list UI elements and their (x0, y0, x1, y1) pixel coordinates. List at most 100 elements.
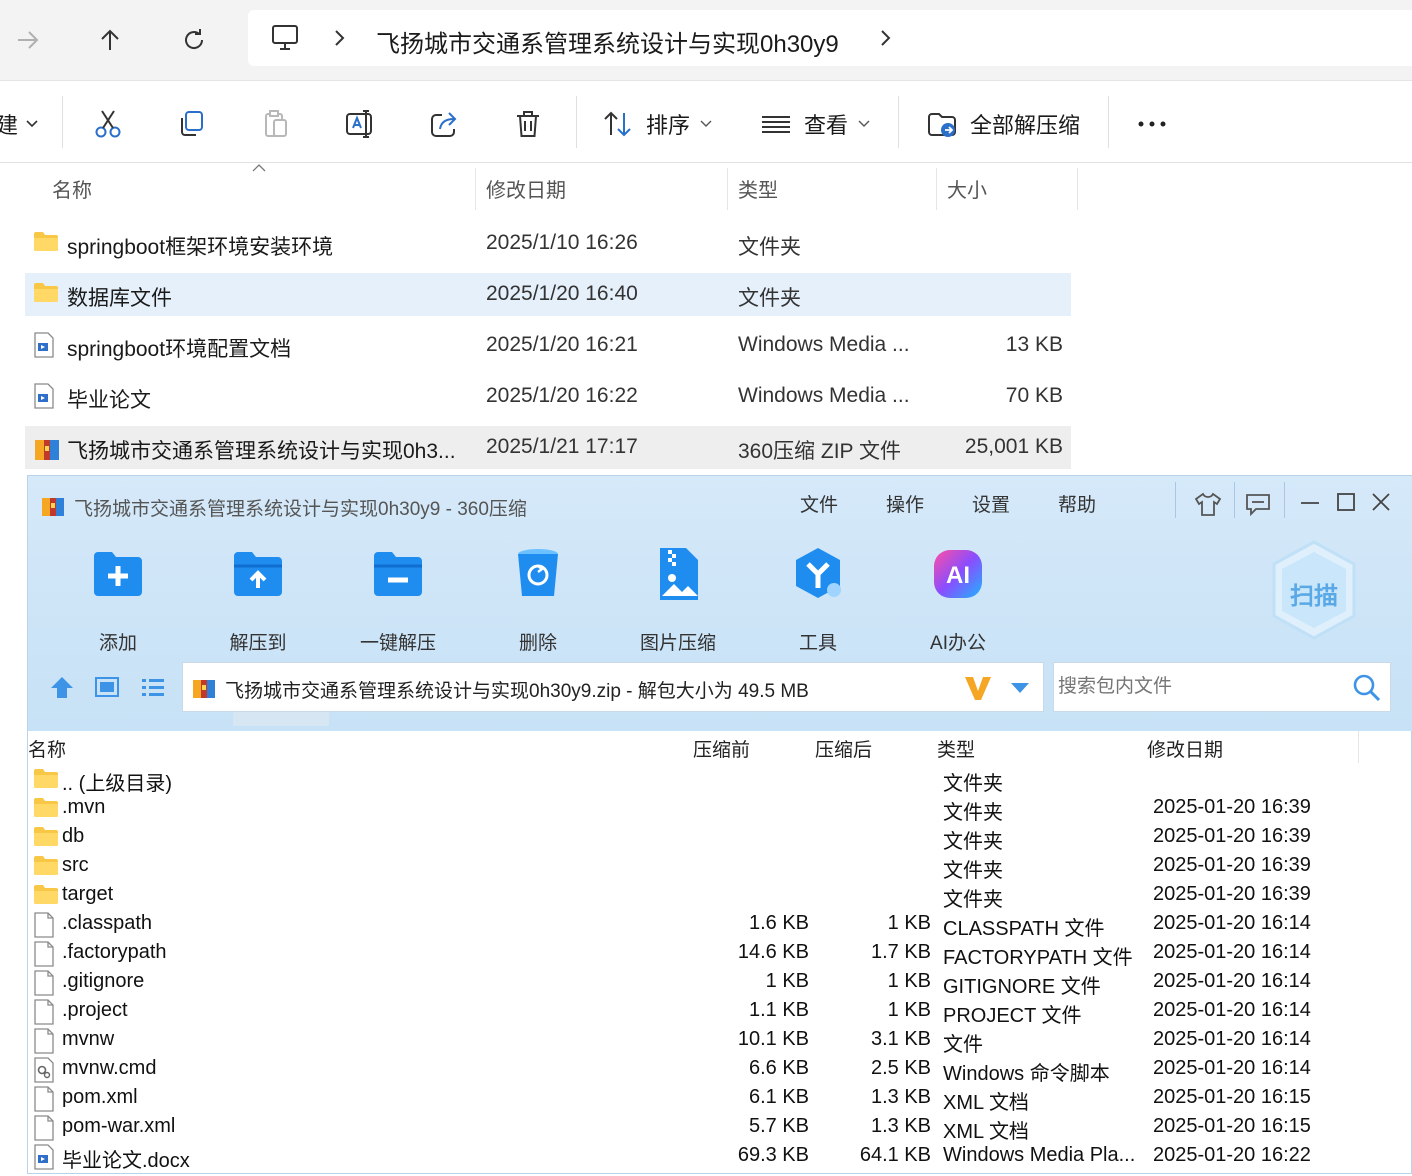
forward-button[interactable] (6, 18, 50, 62)
archive-item-type: XML 文档 (943, 1092, 1029, 1114)
archive-item-name: .mvn (62, 796, 106, 818)
archive-item-type: GITIGNORE 文件 (943, 976, 1101, 998)
skin-shirt-icon[interactable] (1194, 491, 1222, 517)
column-date[interactable]: 修改日期 (486, 174, 566, 203)
up-button[interactable] (88, 18, 132, 62)
archive-item-type: 文件 (943, 1034, 983, 1056)
file-type: 文件夹 (738, 287, 801, 310)
new-button[interactable]: 建 (0, 102, 38, 146)
vip-v-icon[interactable] (963, 674, 993, 702)
archive-item-size-after: 1.3 KB (870, 1115, 931, 1137)
svg-text:AI: AI (946, 562, 970, 589)
archive-row[interactable]: .gitignore 1 KB 1 KB GITIGNORE 文件 2025-01-20… (28, 967, 1405, 998)
paste-button[interactable] (260, 102, 292, 146)
up-level-icon[interactable] (48, 673, 76, 701)
archive-row[interactable]: mvnw.cmd 6.6 KB 2.5 KB Windows 命令脚本 2025-01-… (28, 1054, 1405, 1085)
menu-operation[interactable]: 操作 (886, 490, 924, 517)
extract-all-label: 全部解压缩 (970, 113, 1081, 138)
maximize-icon[interactable] (1336, 492, 1356, 512)
archive-column-header: 名称 压缩前 压缩后 类型 修改日期 (28, 731, 1405, 763)
archive-col-name[interactable]: 名称 (28, 735, 66, 762)
archive-row[interactable]: src 文件夹 2025-01-20 16:39 (28, 851, 1405, 882)
image-compress-label: 图片压缩 (639, 633, 716, 654)
sort-button[interactable]: 排序 (602, 102, 712, 146)
file-type: 文件夹 (738, 236, 801, 259)
file-size: 25,001 KB (964, 435, 1063, 458)
scan-button[interactable]: 扫描 (1268, 538, 1360, 642)
scan-label: 扫描 (1290, 583, 1338, 610)
archive-item-type: Windows 命令脚本 (943, 1063, 1110, 1085)
archive-item-type: Windows Media Pla... (943, 1144, 1136, 1166)
archive-item-type: 文件夹 (943, 802, 1003, 824)
search-icon[interactable] (1352, 673, 1382, 703)
archive-row[interactable]: pom-war.xml 5.7 KB 1.3 KB XML 文档 2025-01-20 … (28, 1112, 1405, 1143)
archive-col-after[interactable]: 压缩后 (815, 735, 872, 762)
column-type[interactable]: 类型 (738, 174, 778, 203)
file-name: springboot框架环境安装环境 (67, 236, 334, 259)
delete-label: 删除 (518, 633, 557, 654)
archive-item-type: 文件夹 (943, 773, 1003, 795)
list-view-icon[interactable] (140, 675, 166, 699)
archive-col-before[interactable]: 压缩前 (693, 735, 750, 762)
archive-item-name: .project (62, 999, 128, 1021)
archive-row[interactable]: mvnw 10.1 KB 3.1 KB 文件 2025-01-20 16:14 (28, 1025, 1405, 1056)
menu-file[interactable]: 文件 (800, 490, 838, 517)
menu-settings[interactable]: 设置 (972, 490, 1010, 517)
archive-row[interactable]: db 文件夹 2025-01-20 16:39 (28, 822, 1405, 853)
more-options-button[interactable] (1136, 102, 1168, 146)
archive-row[interactable]: target 文件夹 2025-01-20 16:39 (28, 880, 1405, 911)
trash-icon (517, 111, 539, 137)
column-name[interactable]: 名称 (52, 174, 92, 203)
rename-button[interactable] (344, 102, 376, 146)
archive-row[interactable]: pom.xml 6.1 KB 1.3 KB XML 文档 2025-01-20 16:1… (28, 1083, 1405, 1114)
delete-button[interactable] (512, 102, 544, 146)
dropdown-arrow-icon[interactable] (1009, 681, 1031, 695)
file-row[interactable]: 数据库文件 2025/1/20 16:40 文件夹 (25, 273, 1071, 316)
chevron-right-icon[interactable] (332, 29, 346, 47)
address-bar[interactable]: 飞扬城市交通系管理系统设计与实现0h30y9 (248, 10, 1412, 66)
copy-button[interactable] (176, 102, 208, 146)
view-button[interactable]: 查看 (760, 102, 870, 146)
archive-row[interactable]: .. (上级目录) 文件夹 (28, 764, 1405, 795)
minimize-icon[interactable] (1300, 494, 1320, 512)
file-type: Windows Media ... (738, 333, 910, 356)
archive-row[interactable]: .mvn 文件夹 2025-01-20 16:39 (28, 793, 1405, 824)
file-row[interactable]: 毕业论文 2025/1/20 16:22 Windows Media ... 70 K… (25, 375, 1071, 418)
column-size[interactable]: 大小 (947, 174, 987, 203)
rename-icon (346, 110, 372, 138)
file-row[interactable]: springboot环境配置文档 2025/1/20 16:21 Windows M… (25, 324, 1071, 367)
file-row[interactable]: 飞扬城市交通系管理系统设计与实现0h3... 2025/1/21 17:17 360… (25, 426, 1071, 469)
archive-col-date[interactable]: 修改日期 (1147, 735, 1223, 762)
archive-search-input[interactable] (1056, 673, 1340, 701)
refresh-button[interactable] (172, 18, 216, 62)
archive-row[interactable]: .project 1.1 KB 1 KB PROJECT 文件 2025-01-20 1… (28, 996, 1405, 1027)
chevron-right-icon[interactable] (878, 29, 892, 47)
archive-search-box[interactable] (1053, 662, 1391, 712)
archive-row[interactable]: .classpath 1.6 KB 1 KB CLASSPATH 文件 2025-01-… (28, 909, 1405, 940)
column-header: 名称 修改日期 类型 大小 (0, 164, 1080, 210)
file-name: 飞扬城市交通系管理系统设计与实现0h3... (67, 440, 456, 463)
extract-all-button[interactable]: 全部解压缩 (926, 102, 1080, 146)
archive-item-size-before: 69.3 KB (737, 1144, 809, 1166)
archive-item-name: db (62, 825, 85, 847)
close-icon[interactable] (1371, 492, 1391, 512)
menu-help[interactable]: 帮助 (1058, 490, 1096, 517)
archive-row[interactable]: .factorypath 14.6 KB 1.7 KB FACTORYPATH 文件 2… (28, 938, 1405, 969)
file-row[interactable]: springboot框架环境安装环境 2025/1/10 16:26 文件夹 (25, 222, 1071, 265)
archive-item-size-after: 1.3 KB (870, 1086, 931, 1108)
archive-item-name: mvnw.cmd (62, 1057, 157, 1079)
zip-header: 飞扬城市交通系管理系统设计与实现0h30y9 - 360压缩 文件 操作 设置 … (28, 476, 1412, 731)
address-path[interactable]: 飞扬城市交通系管理系统设计与实现0h30y9 (376, 24, 839, 59)
zip-archive-icon (33, 434, 61, 467)
archive-col-type[interactable]: 类型 (937, 735, 975, 762)
archive-row[interactable]: 毕业论文.docx 69.3 KB 64.1 KB Windows Media Pla… (28, 1141, 1405, 1172)
cut-button[interactable] (92, 102, 124, 146)
thumbnail-view-icon[interactable] (94, 675, 120, 699)
archive-path-bar[interactable]: 飞扬城市交通系管理系统设计与实现0h30y9.zip - 解包大小为 49.5 … (182, 662, 1044, 712)
ai-icon: AI (934, 550, 982, 598)
feedback-icon[interactable] (1244, 492, 1272, 516)
archive-item-size-after: 1 KB (887, 912, 931, 934)
file-type: 360压缩 ZIP 文件 (738, 440, 901, 463)
sort-label: 排序 (646, 113, 691, 138)
share-button[interactable] (428, 102, 460, 146)
